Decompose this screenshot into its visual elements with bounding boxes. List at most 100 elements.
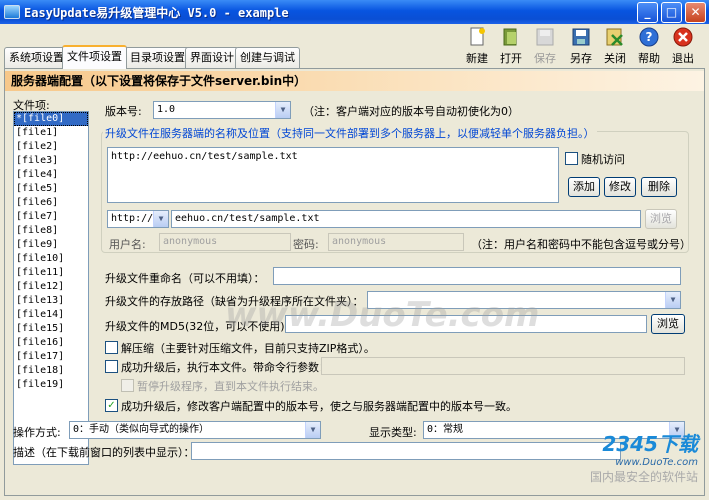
random-access-label: 随机访问 bbox=[581, 153, 625, 166]
exit-tool-button[interactable]: 退出 bbox=[666, 26, 700, 66]
brand-logo: 2345下载 www.DuoTe.com 国内最安全的软件站 bbox=[590, 428, 698, 485]
version-note: （注：客户端对应的版本号自动初使化为0） bbox=[303, 105, 519, 118]
md5-browse-button[interactable]: 浏览 bbox=[651, 314, 685, 334]
window-title: EasyUpdate易升级管理中心 V5.0 - example bbox=[24, 6, 289, 20]
open-tool-button[interactable]: 打开 bbox=[494, 26, 528, 66]
close-button[interactable]: ✕ bbox=[685, 2, 706, 23]
rename-label: 升级文件重命名（可以不用填）： bbox=[105, 272, 265, 285]
chevron-down-icon: ▼ bbox=[275, 102, 290, 118]
open-folder-icon bbox=[500, 26, 522, 48]
brand-site: www.DuoTe.com bbox=[615, 457, 698, 468]
close-tool-button[interactable]: 关闭 bbox=[598, 26, 632, 66]
description-input[interactable] bbox=[191, 442, 621, 460]
execute-params-input[interactable] bbox=[321, 357, 685, 375]
description-label: 描述（在下载前窗口的列表中显示）： bbox=[13, 446, 195, 459]
file-list-item[interactable]: [file2] bbox=[14, 140, 88, 154]
server-url-entry[interactable]: http://eehuo.cn/test/sample.txt bbox=[111, 150, 555, 164]
close-file-icon bbox=[604, 26, 626, 48]
file-list-item[interactable]: *[file0] bbox=[14, 112, 88, 126]
save-tool-label: 保存 bbox=[534, 52, 556, 65]
help-tool-button[interactable]: ? 帮助 bbox=[632, 26, 666, 66]
tab-directory[interactable]: 目录项设置 bbox=[125, 47, 190, 68]
pause-checkbox[interactable] bbox=[121, 379, 134, 392]
tab-build-debug[interactable]: 创建与调试 bbox=[235, 47, 300, 68]
new-tool-label: 新建 bbox=[466, 52, 488, 65]
update-version-label: 成功升级后，修改客户端配置中的版本号，使之与服务器端配置中的版本号一致。 bbox=[121, 400, 517, 413]
file-list-item[interactable]: [file5] bbox=[14, 182, 88, 196]
brand-slogan: 国内最安全的软件站 bbox=[589, 470, 698, 484]
help-tool-label: 帮助 bbox=[638, 52, 660, 65]
maximize-button[interactable]: □ bbox=[661, 2, 682, 23]
password-input[interactable]: anonymous bbox=[328, 233, 464, 251]
operation-select[interactable]: 0：手动（类似向导式的操作） ▼ bbox=[69, 421, 321, 439]
file-list-item[interactable]: [file6] bbox=[14, 196, 88, 210]
file-list-item[interactable]: [file12] bbox=[14, 280, 88, 294]
app-window: EasyUpdate易升级管理中心 V5.0 - example _ □ ✕ 新… bbox=[0, 0, 709, 500]
file-list-item[interactable]: [file3] bbox=[14, 154, 88, 168]
file-list-item[interactable]: [file14] bbox=[14, 308, 88, 322]
update-version-checkbox[interactable]: ✓ bbox=[105, 399, 118, 412]
title-bar: EasyUpdate易升级管理中心 V5.0 - example _ □ ✕ bbox=[0, 0, 709, 24]
file-list-item[interactable]: [file8] bbox=[14, 224, 88, 238]
file-list-item[interactable]: [file17] bbox=[14, 350, 88, 364]
save-tool-button[interactable]: 保存 bbox=[528, 26, 562, 66]
section-header: 服务器端配置（以下设置将保存于文件server.bin中） bbox=[5, 71, 704, 91]
operation-label: 操作方式: bbox=[13, 426, 61, 439]
version-value: 1.0 bbox=[157, 104, 176, 115]
file-list-item[interactable]: [file15] bbox=[14, 322, 88, 336]
credentials-note: （注：用户名和密码中不能包含逗号或分号） bbox=[471, 238, 691, 251]
tab-file-items[interactable]: 文件项设置 bbox=[62, 45, 127, 69]
file-list-item[interactable]: [file4] bbox=[14, 168, 88, 182]
chevron-down-icon: ▼ bbox=[153, 211, 168, 227]
file-list-item[interactable]: [file19] bbox=[14, 378, 88, 392]
url-browse-button[interactable]: 浏览 bbox=[645, 209, 677, 229]
tab-system[interactable]: 系统项设置 bbox=[4, 47, 69, 68]
server-url-input[interactable]: eehuo.cn/test/sample.txt bbox=[171, 210, 641, 228]
version-select[interactable]: 1.0 ▼ bbox=[153, 101, 291, 119]
server-group-title: 升级文件在服务器端的名称及位置（支持同一文件部署到多个服务器上，以便减轻单个服务… bbox=[103, 125, 597, 141]
open-tool-label: 打开 bbox=[500, 52, 522, 65]
chevron-down-icon: ▼ bbox=[665, 292, 680, 308]
exit-icon bbox=[672, 26, 694, 48]
display-type-label: 显示类型: bbox=[369, 426, 417, 439]
file-list[interactable]: *[file0] [file1] [file2] [file3] [file4] [fil… bbox=[13, 111, 89, 465]
file-list-item[interactable]: [file7] bbox=[14, 210, 88, 224]
help-icon: ? bbox=[638, 26, 660, 48]
new-tool-button[interactable]: 新建 bbox=[460, 26, 494, 66]
file-list-item[interactable]: [file10] bbox=[14, 252, 88, 266]
username-input[interactable]: anonymous bbox=[159, 233, 291, 251]
delete-button[interactable]: 删除 bbox=[641, 177, 677, 197]
save-as-disk-icon bbox=[570, 26, 592, 48]
add-button[interactable]: 添加 bbox=[568, 177, 600, 197]
pause-label: 暂停升级程序，直到本文件执行结束。 bbox=[137, 380, 324, 393]
file-list-item[interactable]: [file18] bbox=[14, 364, 88, 378]
rename-input[interactable] bbox=[273, 267, 681, 285]
save-as-tool-button[interactable]: 另存 bbox=[564, 26, 598, 66]
unzip-checkbox[interactable] bbox=[105, 341, 118, 354]
chevron-down-icon: ▼ bbox=[305, 422, 320, 438]
protocol-select[interactable]: http:// ▼ bbox=[107, 210, 169, 228]
svg-text:?: ? bbox=[646, 30, 653, 44]
modify-button[interactable]: 修改 bbox=[604, 177, 636, 197]
operation-value: 0：手动（类似向导式的操作） bbox=[73, 424, 210, 435]
execute-checkbox[interactable] bbox=[105, 360, 118, 373]
protocol-value: http:// bbox=[111, 213, 154, 224]
file-list-item[interactable]: [file1] bbox=[14, 126, 88, 140]
file-items-panel: 服务器端配置（以下设置将保存于文件server.bin中） 文件项: *[fil… bbox=[4, 68, 705, 496]
minimize-button[interactable]: _ bbox=[637, 2, 658, 23]
file-list-item[interactable]: [file11] bbox=[14, 266, 88, 280]
exit-tool-label: 退出 bbox=[672, 52, 694, 65]
file-list-item[interactable]: [file9] bbox=[14, 238, 88, 252]
display-type-value: 0：常规 bbox=[427, 424, 464, 435]
server-url-list[interactable]: http://eehuo.cn/test/sample.txt bbox=[107, 147, 559, 203]
close-tool-label: 关闭 bbox=[604, 52, 626, 65]
app-icon bbox=[4, 5, 20, 19]
version-label: 版本号: bbox=[105, 105, 142, 118]
brand-logo-text: 2345下载 bbox=[602, 432, 698, 456]
random-access-checkbox[interactable] bbox=[565, 152, 578, 165]
file-list-item[interactable]: [file16] bbox=[14, 336, 88, 350]
file-list-item[interactable]: [file13] bbox=[14, 294, 88, 308]
tab-ui-design[interactable]: 界面设计 bbox=[185, 47, 239, 68]
save-as-tool-label: 另存 bbox=[570, 52, 592, 65]
save-disk-icon bbox=[534, 26, 556, 48]
